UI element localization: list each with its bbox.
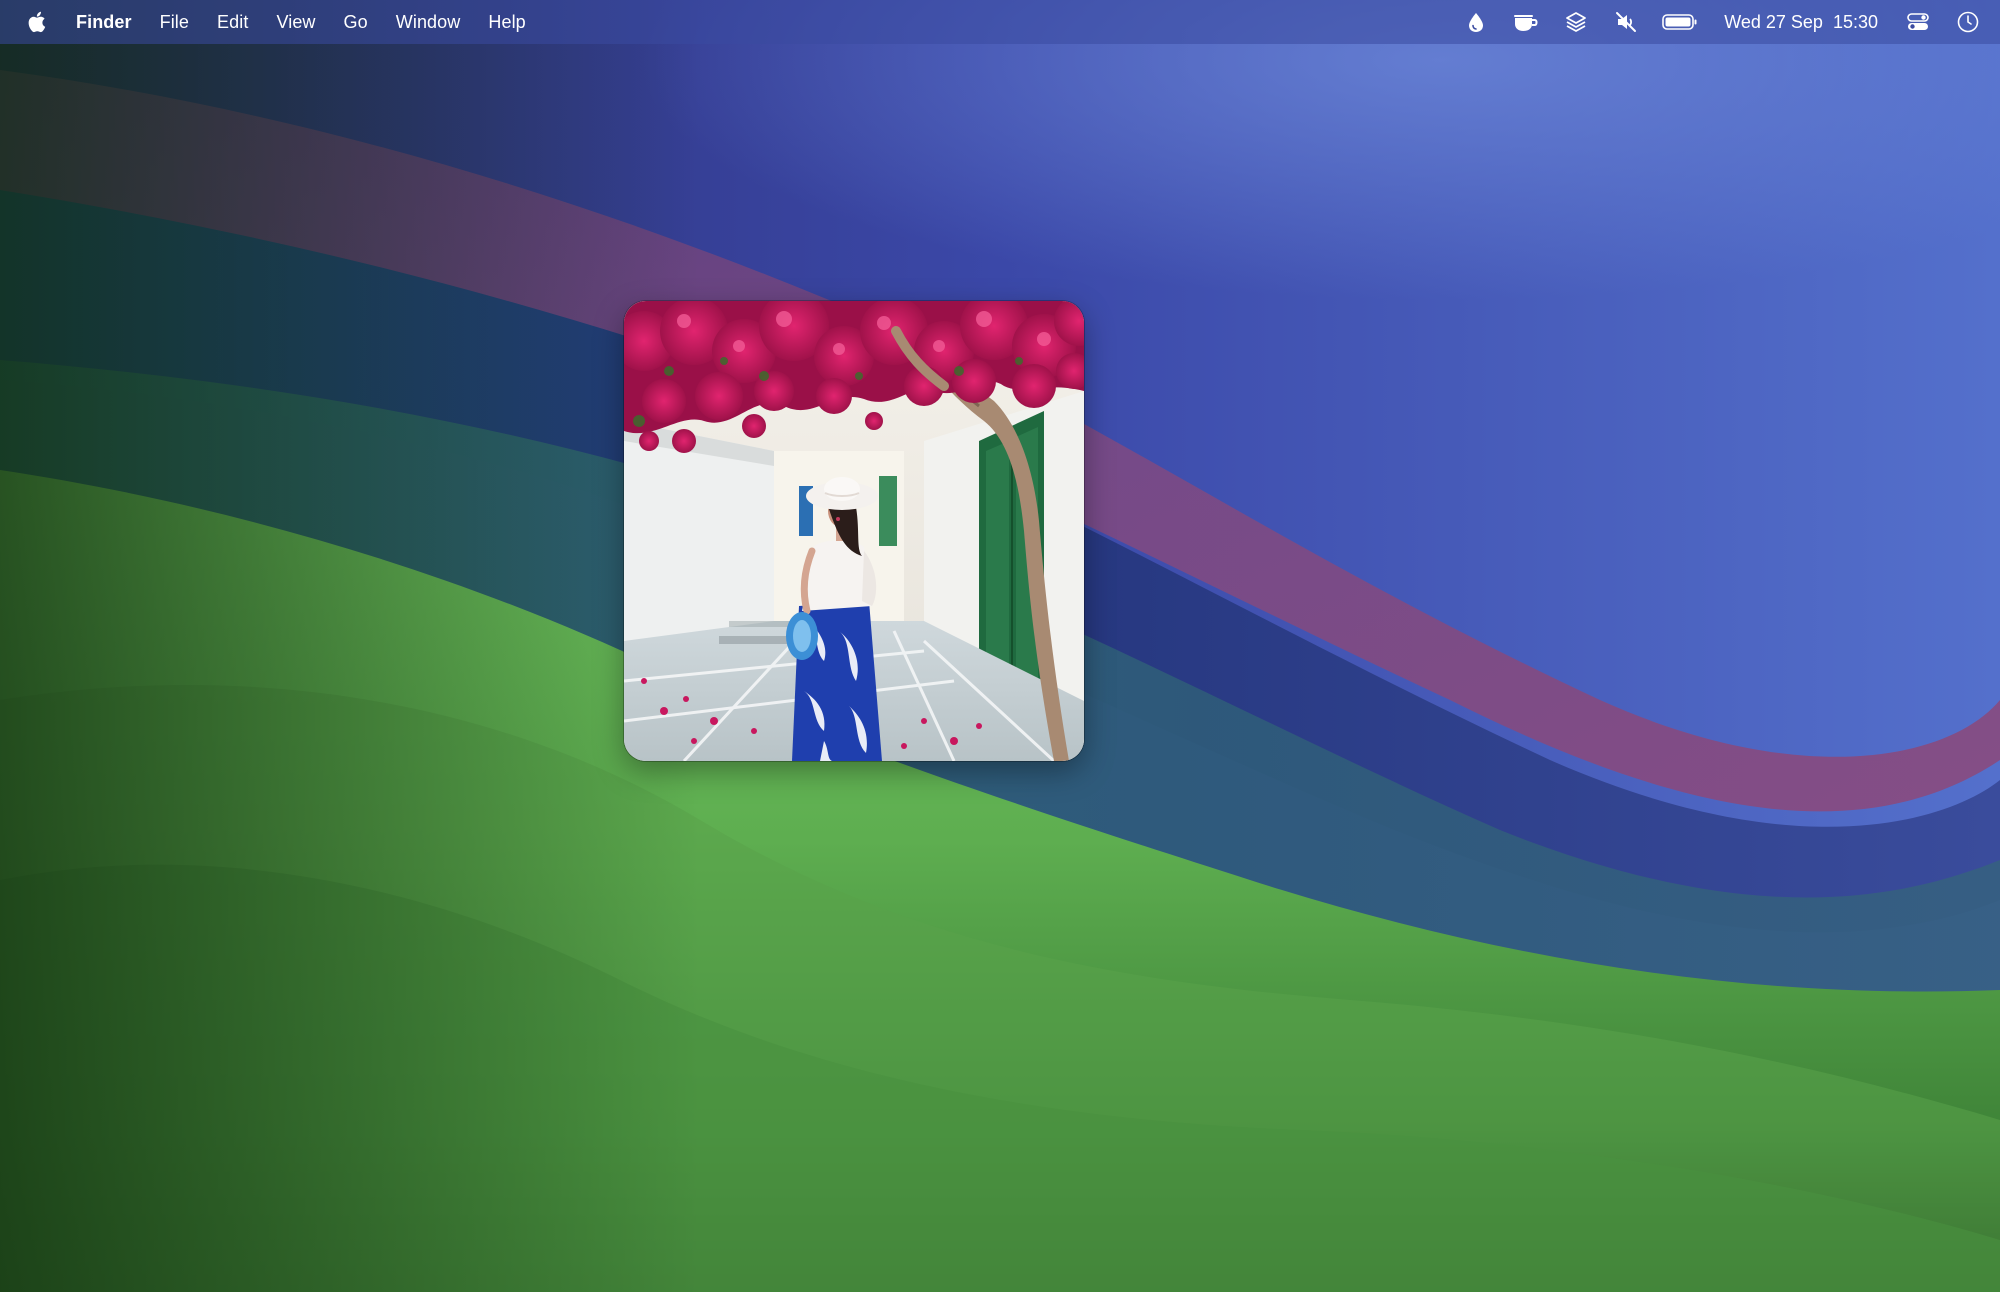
control-center-icon[interactable] xyxy=(1904,8,1932,36)
battery-icon[interactable] xyxy=(1662,8,1698,36)
menu-app-finder[interactable]: Finder xyxy=(76,12,132,33)
drop-icon[interactable] xyxy=(1462,8,1490,36)
photo-woman-flowers xyxy=(624,301,1084,761)
menu-clock[interactable]: Wed 27 Sep 15:30 xyxy=(1724,12,1878,33)
menu-window[interactable]: Window xyxy=(396,12,461,33)
speaker-muted-icon[interactable] xyxy=(1612,8,1640,36)
coffee-cup-icon[interactable] xyxy=(1512,8,1540,36)
siri-icon[interactable] xyxy=(1954,8,1982,36)
menu-go[interactable]: Go xyxy=(344,12,368,33)
menu-help[interactable]: Help xyxy=(488,12,525,33)
menu-bar-left: Finder File Edit View Go Window Help xyxy=(0,0,554,44)
clock-date: Wed 27 Sep xyxy=(1724,11,1823,32)
menu-file[interactable]: File xyxy=(160,12,189,33)
clock-time: 15:30 xyxy=(1832,11,1878,32)
menu-bar-right: Wed 27 Sep 15:30 xyxy=(1440,0,2000,44)
layers-icon[interactable] xyxy=(1562,8,1590,36)
menu-edit[interactable]: Edit xyxy=(217,12,248,33)
menu-view[interactable]: View xyxy=(276,12,315,33)
photo-widget[interactable] xyxy=(624,301,1084,761)
desktop[interactable]: Finder File Edit View Go Window Help Wed… xyxy=(0,0,2000,1292)
apple-logo-icon[interactable] xyxy=(24,9,48,35)
menu-bar: Finder File Edit View Go Window Help Wed… xyxy=(0,0,2000,44)
